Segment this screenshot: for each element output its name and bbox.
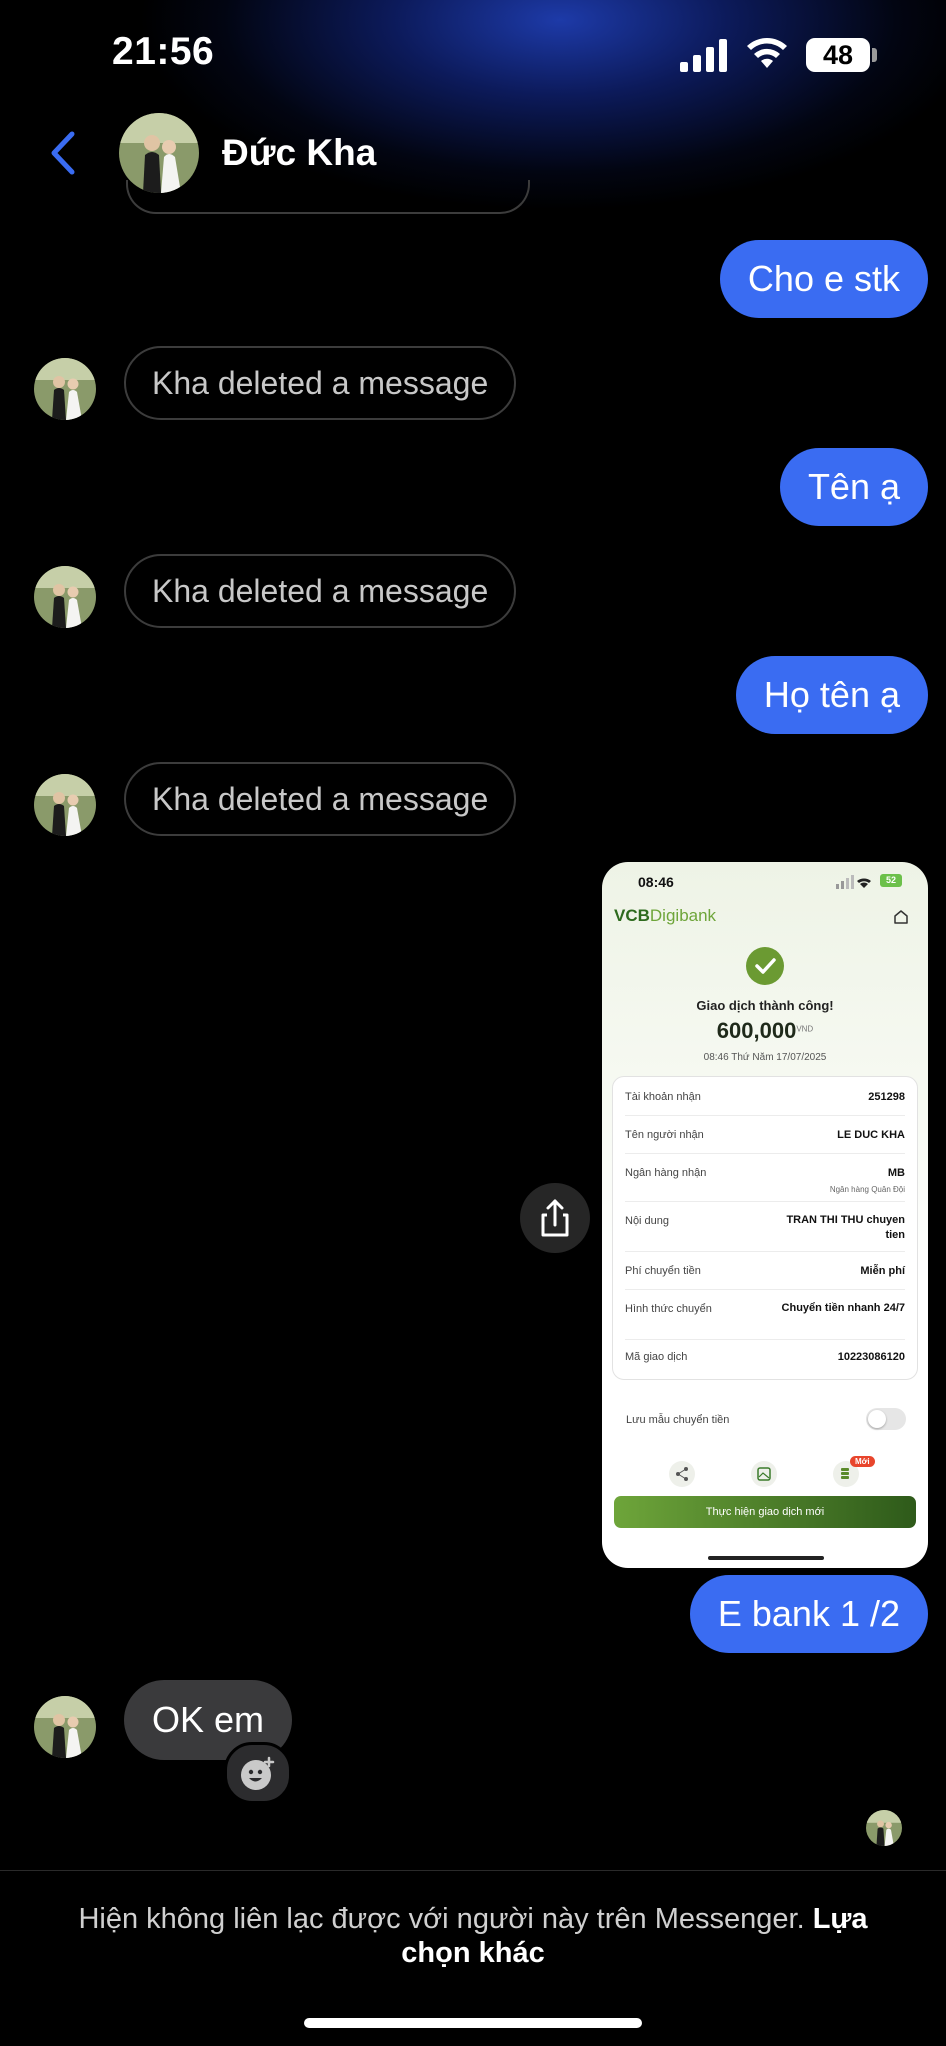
detail-value: 251298: [868, 1091, 905, 1103]
deleted-message[interactable]: Kha deleted a message: [124, 346, 517, 420]
contact-avatar-small: [34, 566, 96, 628]
currency: VND: [796, 1024, 814, 1034]
outgoing-message[interactable]: Họ tên ạ: [735, 656, 928, 734]
amount-value: 600,000: [716, 1018, 797, 1043]
vcb-logo-digibank: Digibank: [649, 906, 717, 925]
transaction-success: Giao dịch thành công!: [696, 998, 834, 1013]
receipt-status-time: 08:46: [638, 874, 674, 890]
detail-value: 10223086120: [837, 1351, 905, 1363]
share-receipt-icon[interactable]: [668, 1460, 696, 1488]
detail-separator: [625, 1153, 905, 1154]
bank-full-name: Ngân hàng Quân Đội: [829, 1185, 905, 1194]
deleted-message[interactable]: Kha deleted a message: [124, 762, 517, 836]
notice-text: Hiện không liên lạc được với người này t…: [78, 1903, 805, 1935]
transaction-datetime: 08:46 Thứ Năm 17/07/2025: [703, 1052, 827, 1063]
detail-label: Tài khoản nhận: [625, 1091, 701, 1103]
detail-separator: [625, 1339, 905, 1340]
contact-name[interactable]: Đức Kha: [222, 132, 376, 174]
detail-value: TRAN THI THU chuyen tien: [786, 1214, 905, 1241]
detail-label: Hình thức chuyển: [625, 1303, 712, 1315]
receipt-battery: 52: [880, 874, 902, 887]
receipt-home-indicator: [708, 1556, 824, 1560]
new-transaction-button[interactable]: Thực hiện giao dịch mới: [614, 1496, 916, 1528]
home-indicator: [304, 2018, 642, 2028]
outgoing-message[interactable]: Tên ạ: [779, 448, 928, 526]
outgoing-message[interactable]: E bank 1 /2: [689, 1575, 928, 1653]
add-reaction-button[interactable]: [224, 1742, 292, 1804]
detail-value: Miễn phí: [860, 1265, 905, 1277]
save-template-toggle[interactable]: [866, 1408, 906, 1430]
wifi-icon: [747, 38, 787, 68]
detail-value: LE DUC KHA: [837, 1129, 905, 1141]
detail-label: Mã giao dịch: [625, 1351, 688, 1363]
detail-label: Nội dung: [625, 1215, 670, 1227]
outgoing-message[interactable]: Cho e stk: [719, 240, 928, 318]
cellular-signal-icon: [680, 39, 727, 72]
detail-separator: [625, 1115, 905, 1116]
share-icon: [541, 1199, 569, 1237]
clipped-message-bubble: [126, 180, 530, 214]
home-icon[interactable]: [892, 908, 910, 926]
vcb-logo-vcb: VCB: [614, 906, 650, 925]
detail-separator: [625, 1201, 905, 1202]
back-chevron-icon[interactable]: [44, 128, 84, 178]
status-time: 21:56: [112, 30, 215, 73]
transaction-details: Tài khoản nhận 251298 Tên người nhận LE …: [612, 1076, 918, 1380]
toggle-knob: [868, 1410, 886, 1428]
detail-value: Chuyển tiền nhanh 24/7: [781, 1302, 905, 1314]
amount: 600,000VND: [602, 1018, 928, 1044]
footer-divider: [0, 1870, 946, 1871]
image-attachment[interactable]: 08:46 52 VCBDigibank Giao dịch thành côn…: [602, 862, 928, 1568]
deleted-message[interactable]: Kha deleted a message: [124, 554, 517, 628]
success-check-icon: [746, 947, 784, 985]
detail-value: MB: [887, 1167, 905, 1179]
share-button[interactable]: [520, 1183, 590, 1253]
battery-indicator: 48: [806, 38, 870, 72]
contact-avatar-small: [34, 1696, 96, 1758]
seen-receipt-avatar: [866, 1810, 902, 1846]
contact-avatar-small: [34, 358, 96, 420]
vcb-logo: VCBDigibank: [614, 906, 716, 926]
new-badge: Mới: [850, 1456, 875, 1467]
detail-separator: [625, 1289, 905, 1290]
save-image-icon[interactable]: [750, 1460, 778, 1488]
save-template-label: Lưu mẫu chuyển tiền: [626, 1414, 730, 1426]
detail-label: Phí chuyển tiền: [625, 1265, 701, 1277]
battery-nub: [872, 48, 877, 62]
add-reaction-icon: [241, 1756, 275, 1790]
contact-avatar-small: [34, 774, 96, 836]
detail-label: Ngân hàng nhận: [625, 1167, 707, 1179]
unavailable-notice: Hiện không liên lạc được với người này t…: [40, 1902, 906, 1970]
detail-label: Tên người nhận: [625, 1129, 704, 1141]
detail-separator: [625, 1251, 905, 1252]
